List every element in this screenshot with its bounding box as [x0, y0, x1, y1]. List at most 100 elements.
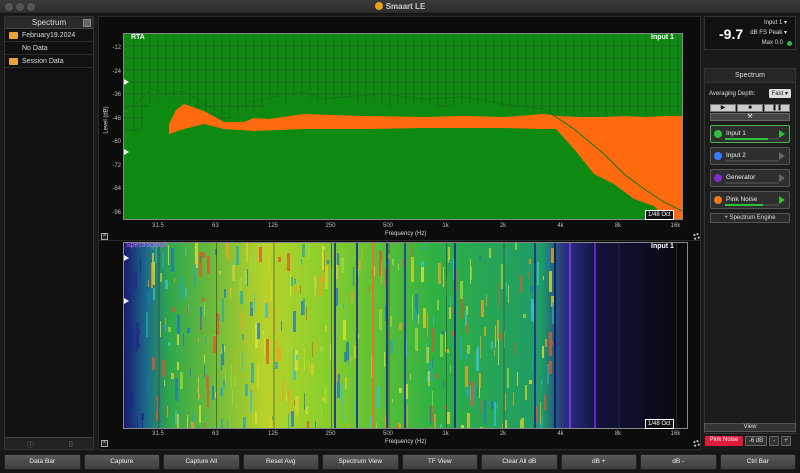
rta-y-tick: -96 [112, 209, 121, 216]
generator-level-down-button[interactable]: - [769, 436, 779, 446]
rta-x-tick: 250 [325, 223, 336, 229]
session-browser: Spectrum February19.2024 No Data Session… [4, 16, 94, 450]
transport-controls: ▶ ■ ❚❚ [710, 104, 790, 112]
spectrograph-octave-selector[interactable]: 1/48 Oct [645, 419, 674, 429]
channel-input-2[interactable]: Input 2 [710, 147, 790, 165]
window-title-wrap: Smaart LE [0, 2, 800, 11]
meter-input-selector[interactable]: Input 1 ▾ [764, 19, 787, 26]
pause-button[interactable]: ❚❚ [764, 104, 790, 112]
channel-label: Pink Noise [726, 196, 758, 203]
channel-label: Input 1 [726, 130, 746, 137]
meter-mode-selector[interactable]: dB FS Peak ▾ [750, 29, 787, 36]
channel-color-dot [714, 196, 722, 204]
averaging-select[interactable]: Fast ▾ [768, 89, 791, 98]
window-title: Smaart LE [385, 2, 426, 11]
rta-y-tick: -24 [112, 68, 121, 75]
stop-button[interactable]: ■ [737, 104, 763, 112]
db-button[interactable]: dB - [640, 454, 717, 470]
tree-item-no-data[interactable]: No Data [5, 42, 93, 55]
spectrograph-x-tick: 63 [212, 431, 219, 437]
spectrograph-close-button[interactable]: × [101, 440, 108, 447]
rta-y-tick: -48 [112, 115, 121, 122]
rta-y-tick: -36 [112, 92, 121, 98]
meter-max: Max 0.0 [761, 40, 783, 46]
browser-menu-button[interactable] [83, 19, 91, 27]
generator-level[interactable]: -6 dB [745, 436, 767, 446]
rta-input-label[interactable]: Input 1 [651, 34, 674, 41]
channel-level-bar [725, 204, 779, 206]
folder-icon [9, 31, 18, 39]
rta-panel: RTA . Input 1 Level (dB) -12-24-36-48-60… [98, 16, 701, 241]
folder-item-date[interactable]: February19.2024 [5, 29, 93, 42]
channel-label: Input 2 [726, 152, 746, 159]
rta-plot[interactable] [123, 33, 683, 220]
clear-all-db-button[interactable]: Clear All dB [481, 454, 558, 470]
channel-level-bar [725, 182, 779, 184]
spectrum-view-button[interactable]: Spectrum View [322, 454, 399, 470]
capture-all-button[interactable]: Capture All [163, 454, 240, 470]
rta-x-tick: 63 [212, 223, 219, 229]
channel-play-icon[interactable] [779, 174, 785, 182]
tools-button[interactable]: ⚒ [710, 113, 790, 121]
title-bar: Smaart LE [0, 0, 800, 14]
rta-x-tick: 31.5 [152, 223, 164, 229]
spectrograph-threshold-marker[interactable] [124, 255, 129, 261]
trash-icon[interactable]: ▯ [69, 440, 73, 448]
meter-value: -9.7 [719, 26, 744, 42]
rta-y-tick: -12 [112, 45, 121, 51]
add-spectrum-engine-button[interactable]: + Spectrum Engine [710, 213, 790, 223]
channel-level-bar [725, 160, 779, 162]
capture-button[interactable]: Capture [83, 454, 160, 470]
spectrograph-x-tick: 31.5 [152, 431, 164, 437]
folder-item-label: Session Data [22, 57, 64, 65]
data-bar-button[interactable]: Data Bar [4, 454, 81, 470]
channel-play-icon[interactable] [779, 130, 785, 138]
spectrograph-label[interactable]: Spectrograph [126, 242, 168, 249]
reset-avg-button[interactable]: Reset Avg [242, 454, 319, 470]
rta-y-tick: -84 [112, 186, 121, 192]
folder-item-session-data[interactable]: Session Data [5, 55, 93, 68]
smaart-logo-icon [374, 2, 383, 10]
averaging-row: Averaging Depth: Fast ▾ [709, 89, 791, 98]
rta-close-button[interactable]: × [101, 233, 108, 240]
rta-octave-selector[interactable]: 1/48 Oct [645, 210, 674, 220]
session-browser-footer: ⓘ ▯ [5, 437, 93, 449]
channel-pink-noise[interactable]: Pink Noise [710, 191, 790, 209]
spectrograph-plot[interactable] [123, 242, 688, 429]
spectrograph-input-label[interactable]: Input 1 [651, 243, 674, 250]
ctrl-bar-button[interactable]: Ctrl Bar [719, 454, 796, 470]
spectrograph-threshold-marker[interactable] [124, 298, 129, 304]
folder-icon [9, 57, 18, 65]
session-browser-header: Spectrum [5, 17, 93, 29]
channel-play-icon[interactable] [779, 196, 785, 204]
rta-x-axis-title: Frequency (Hz) [385, 231, 427, 237]
db-button[interactable]: dB + [560, 454, 637, 470]
level-meter: -9.7 Input 1 ▾ dB FS Peak ▾ Max 0.0 [704, 16, 796, 50]
spectrograph-settings-gear-icon[interactable] [693, 440, 700, 447]
rta-threshold-marker[interactable] [124, 149, 129, 155]
channel-input-1[interactable]: Input 1 [710, 125, 790, 143]
spectrograph-x-tick: 250 [325, 431, 336, 437]
info-icon[interactable]: ⓘ [27, 440, 34, 450]
channel-color-dot [714, 174, 722, 182]
spectrograph-x-axis-title: Frequency (Hz) [385, 439, 427, 445]
rta-x-tick: 2k [499, 223, 507, 229]
rta-x-tick: 4k [557, 223, 564, 229]
channel-generator[interactable]: Generator [710, 169, 790, 187]
channel-play-icon[interactable] [779, 152, 785, 160]
rta-x-tick: 125 [267, 223, 279, 229]
rta-settings-gear-icon[interactable] [693, 233, 700, 240]
channel-label: Generator [726, 174, 756, 181]
view-button[interactable]: View [704, 423, 796, 432]
generator-toggle-button[interactable]: Pink Noise [705, 436, 743, 446]
spectrograph-x-tick: 16k [670, 431, 681, 437]
play-button[interactable]: ▶ [710, 104, 736, 112]
rta-x-tick: 500 [382, 223, 394, 229]
channel-color-dot [714, 130, 722, 138]
spectrograph-x-tick: 4k [557, 431, 564, 437]
tf-view-button[interactable]: TF View [401, 454, 478, 470]
control-bar: -9.7 Input 1 ▾ dB FS Peak ▾ Max 0.0 Spec… [704, 16, 796, 434]
rta-threshold-marker[interactable] [124, 79, 129, 85]
generator-level-up-button[interactable]: + [781, 436, 791, 446]
meter-status-indicator [787, 41, 792, 46]
